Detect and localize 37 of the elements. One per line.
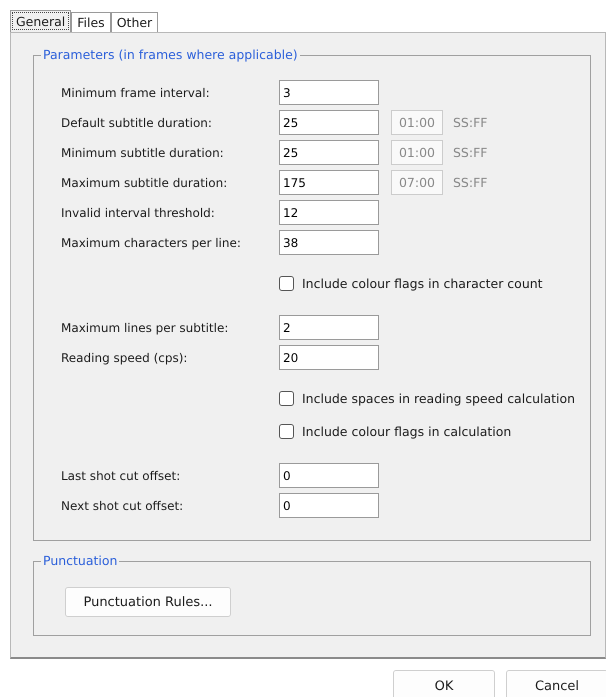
input-field[interactable]: 3 xyxy=(279,80,379,105)
field-label: Last shot cut offset: xyxy=(61,468,182,482)
input-field[interactable]: 25 xyxy=(279,140,379,165)
input-field[interactable]: 25 xyxy=(279,110,379,135)
unit-label: SS:FF xyxy=(453,115,488,130)
checkbox-label: Include colour flags in calculation xyxy=(302,424,512,438)
tab[interactable]: General xyxy=(10,10,72,32)
input-field[interactable]: 12 xyxy=(279,200,379,225)
field-label: Invalid interval threshold: xyxy=(61,206,216,220)
unit-label: SS:FF xyxy=(453,145,488,160)
field-label: Minimum frame interval: xyxy=(61,86,211,100)
unit-label: SS:FF xyxy=(453,175,488,190)
field-label: Reading speed (cps): xyxy=(61,350,188,364)
tab[interactable]: Other xyxy=(110,12,158,32)
punctuation-rules-button[interactable]: Punctuation Rules... xyxy=(65,587,231,617)
input-field[interactable]: 20 xyxy=(279,345,379,370)
field-label: Minimum subtitle duration: xyxy=(61,146,225,160)
field-label: Maximum subtitle duration: xyxy=(61,176,228,190)
group-title: Punctuation xyxy=(41,553,120,568)
tab[interactable]: Files xyxy=(71,12,111,32)
input-field[interactable]: 38 xyxy=(279,230,379,255)
dialog-button[interactable]: OK xyxy=(393,670,495,697)
dialog-button[interactable]: Cancel xyxy=(506,670,606,697)
group-title: Parameters (in frames where applicable) xyxy=(41,47,300,62)
field-label: Next shot cut offset: xyxy=(61,498,184,512)
input-field[interactable]: 0 xyxy=(279,463,379,488)
checkbox[interactable] xyxy=(279,390,294,406)
input-field[interactable]: 2 xyxy=(279,315,379,340)
input-field[interactable]: 0 xyxy=(279,493,379,518)
checkbox[interactable] xyxy=(279,276,294,290)
field-label: Default subtitle duration: xyxy=(61,116,213,130)
input-field[interactable]: 175 xyxy=(279,170,379,195)
field-label: Maximum characters per line: xyxy=(61,236,242,250)
checkbox-label: Include spaces in reading speed calculation xyxy=(302,390,576,406)
checkbox-label: Include colour flags in character count xyxy=(302,276,543,290)
checkbox[interactable] xyxy=(279,424,294,438)
field-label: Maximum lines per subtitle: xyxy=(61,320,230,334)
